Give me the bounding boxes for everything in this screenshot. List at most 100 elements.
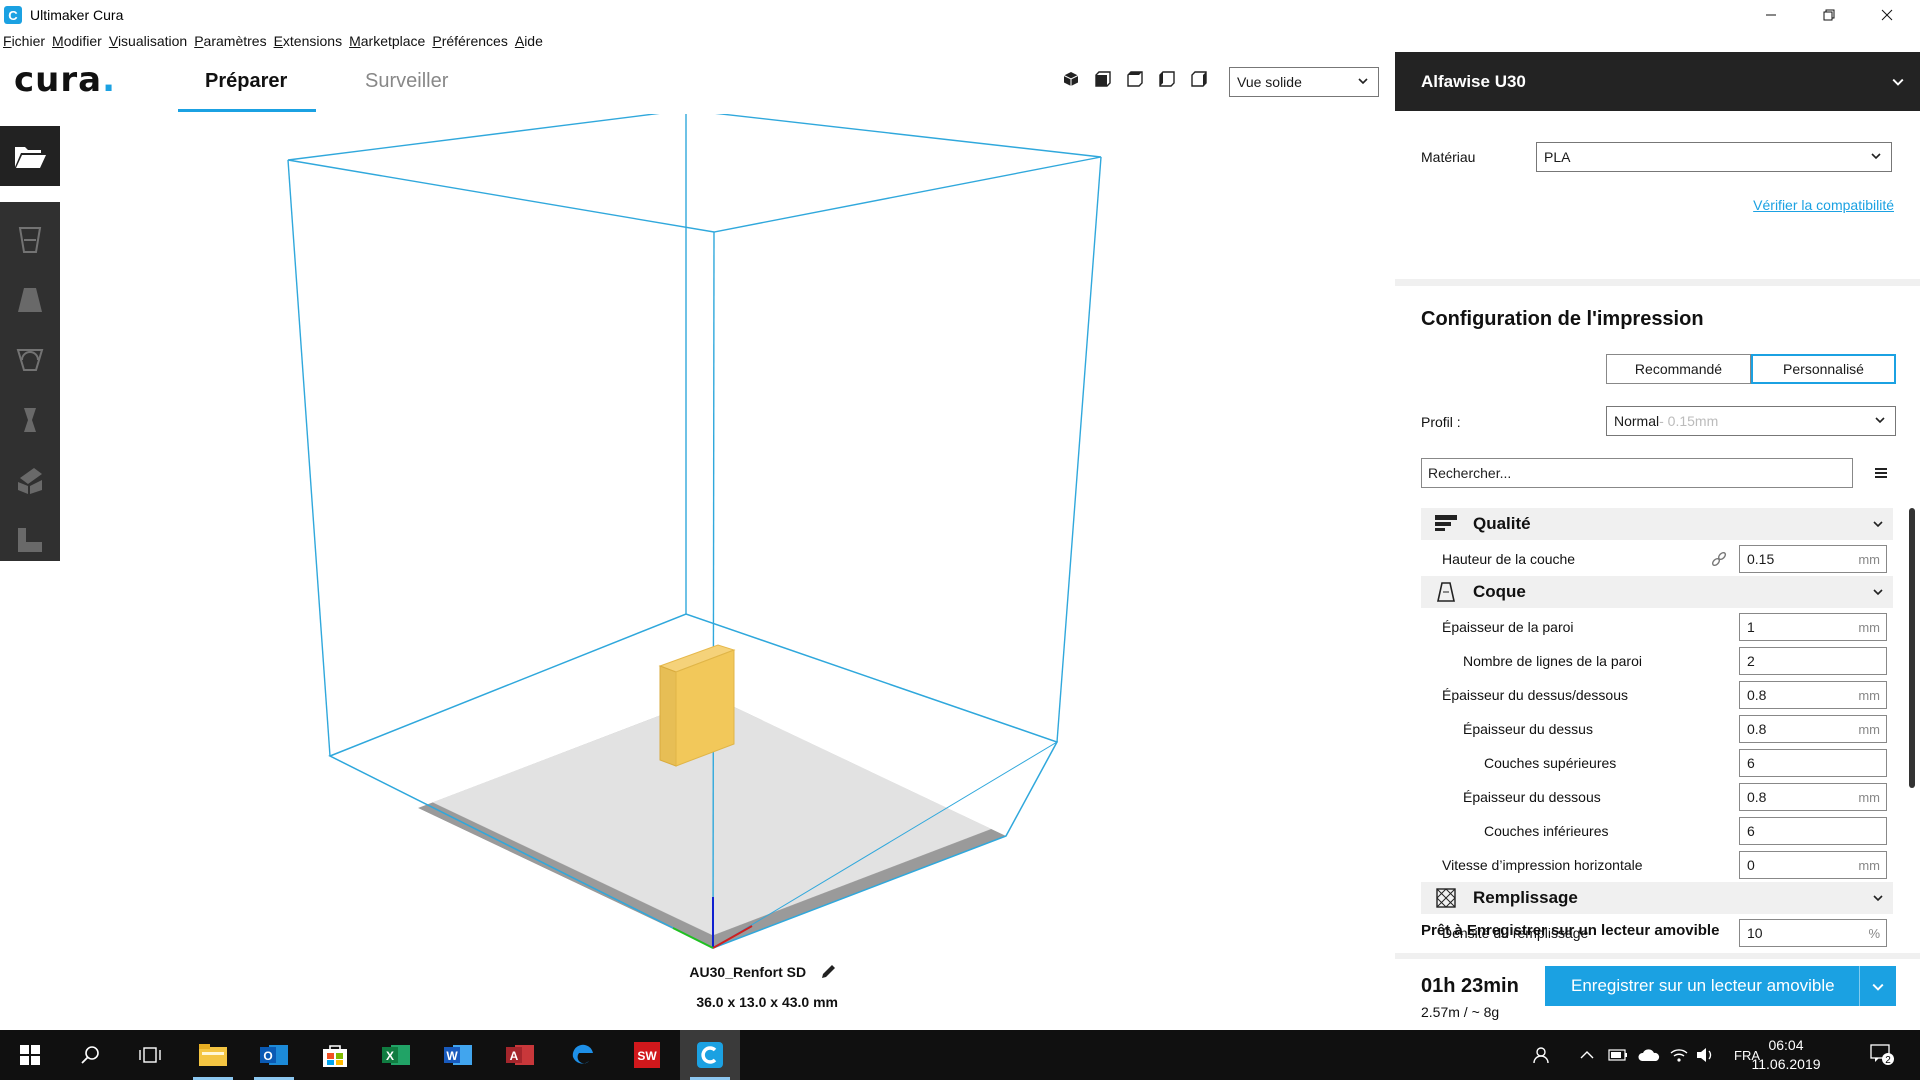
profile-value: Normal [1614,413,1660,429]
scale-tool-icon[interactable] [0,270,60,330]
svg-text:SW: SW [637,1049,657,1063]
bottom-thickness-input[interactable]: 0.8 mm [1739,783,1887,811]
settings-menu-icon[interactable] [1875,467,1887,479]
excel-app[interactable]: X [366,1030,426,1080]
menu-extensions[interactable]: Extensions [274,33,343,49]
show-hidden-icons[interactable] [1580,1030,1594,1080]
open-file-button[interactable] [0,126,60,186]
view-mode-select[interactable]: Vue solide [1229,67,1379,97]
title-bar: C Ultimaker Cura [0,0,1920,30]
clock-date: 11.06.2019 [1751,1056,1821,1072]
top-layers-input[interactable]: 6 [1739,749,1887,777]
3d-viewport[interactable]: AU30_Renfort SD 36.0 x 13.0 x 43.0 mm [0,109,1395,1030]
folder-icon [199,1044,227,1066]
per-model-settings-icon[interactable] [0,450,60,510]
word-icon: W [444,1045,472,1065]
people-icon[interactable] [1533,1030,1553,1080]
chevron-down-icon[interactable] [1872,981,1884,993]
start-button[interactable] [0,1030,60,1080]
window-title: Ultimaker Cura [30,7,124,23]
left-view-icon[interactable] [1158,70,1176,88]
layer-height-input[interactable]: 0.15 mm [1739,545,1887,573]
build-volume-edge [1056,156,1102,743]
pencil-icon[interactable] [820,962,838,980]
wall-line-count-input[interactable]: 2 [1739,647,1887,675]
menu-visualisation[interactable]: Visualisation [109,33,187,49]
outlook-app[interactable]: O [244,1030,304,1080]
search-button[interactable] [60,1030,120,1080]
cura-app[interactable] [680,1030,740,1080]
recommended-mode-button[interactable]: Recommandé [1606,354,1751,384]
move-tool-icon[interactable] [0,210,60,270]
edge-app[interactable] [553,1030,613,1080]
menu-fichier[interactable]: Fichier [3,33,45,49]
custom-mode-button[interactable]: Personnalisé [1751,354,1896,384]
clock[interactable]: 06:04 11.06.2019 [1736,1036,1836,1074]
access-app[interactable]: A [490,1030,550,1080]
store-icon [323,1045,347,1067]
settings-scrollbar[interactable] [1909,508,1915,788]
bottom-layers-input[interactable]: 6 [1739,817,1887,845]
tab-surveiller[interactable]: Surveiller [365,70,448,93]
cura-icon [697,1042,723,1068]
battery-icon[interactable] [1608,1030,1628,1080]
menu-marketplace[interactable]: Marketplace [349,33,425,49]
material-label: Matériau [1421,149,1476,165]
onedrive-icon[interactable] [1638,1030,1660,1080]
profile-select[interactable]: Normal - 0.15mm [1606,406,1896,436]
rotate-tool-icon[interactable] [0,330,60,390]
object-name: AU30_Renfort SD [689,962,838,980]
restore-button[interactable] [1800,0,1858,30]
chevron-up-icon [1580,1051,1594,1059]
top-view-icon[interactable] [1126,70,1144,88]
svg-text:X: X [386,1049,394,1063]
file-explorer-app[interactable] [183,1030,243,1080]
settings-search-input[interactable]: Rechercher... [1421,458,1853,488]
3d-view-icon[interactable] [1062,70,1080,88]
view-mode-value: Vue solide [1237,74,1302,90]
category-infill[interactable]: Remplissage [1421,882,1893,914]
material-select[interactable]: PLA [1536,142,1892,172]
menu-aide[interactable]: Aide [515,33,543,49]
action-center-button[interactable]: 2 [1870,1030,1894,1080]
mirror-tool-icon[interactable] [0,390,60,450]
task-view-button[interactable] [120,1030,180,1080]
word-app[interactable]: W [428,1030,488,1080]
microsoft-store-app[interactable] [305,1030,365,1080]
support-blocker-icon[interactable] [0,510,60,570]
solidworks-app[interactable]: SW [617,1030,677,1080]
top-thickness-input[interactable]: 0.8 mm [1739,715,1887,743]
minimize-button[interactable] [1742,0,1800,30]
infill-density-input[interactable]: 10% [1739,919,1887,947]
volume-icon[interactable] [1696,1030,1716,1080]
top-bottom-thickness-input[interactable]: 0.8 mm [1739,681,1887,709]
setting-bottom-thickness: Épaisseur du dessous 0.8 mm [1421,780,1893,814]
chevron-down-icon [1873,521,1883,528]
check-compatibility-link[interactable]: Vérifier la compatibilité [1753,197,1894,213]
tab-preparer[interactable]: Préparer [205,70,287,93]
horizontal-speed-input[interactable]: 0 mm [1739,851,1887,879]
menu-preferences[interactable]: Préférences [432,33,508,49]
right-view-icon[interactable] [1190,70,1208,88]
search-placeholder: Rechercher... [1428,465,1512,481]
setting-layer-height: Hauteur de la couche 0.15 mm [1421,542,1893,576]
quality-icon [1435,513,1457,535]
print-time: 01h 23min [1421,975,1519,997]
close-icon [1881,9,1893,21]
wall-thickness-input[interactable]: 1 mm [1739,613,1887,641]
printer-selector[interactable]: Alfawise U30 [1395,52,1920,111]
close-button[interactable] [1858,0,1916,30]
svg-text:W: W [446,1049,458,1063]
menu-modifier[interactable]: Modifier [52,33,102,49]
printer-name: Alfawise U30 [1421,71,1526,91]
front-view-icon[interactable] [1094,70,1112,88]
menu-parametres[interactable]: Paramètres [194,33,266,49]
save-to-removable-drive-button[interactable]: Enregistrer sur un lecteur amovible [1545,966,1896,1006]
material-usage: 2.57m / ~ 8g [1421,1004,1500,1020]
wifi-icon[interactable] [1670,1030,1688,1080]
clock-time: 06:04 [1768,1037,1804,1053]
link-icon[interactable] [1711,551,1727,567]
tool-stack [0,202,60,561]
category-quality[interactable]: Qualité [1421,508,1893,540]
category-shell[interactable]: Coque [1421,576,1893,608]
